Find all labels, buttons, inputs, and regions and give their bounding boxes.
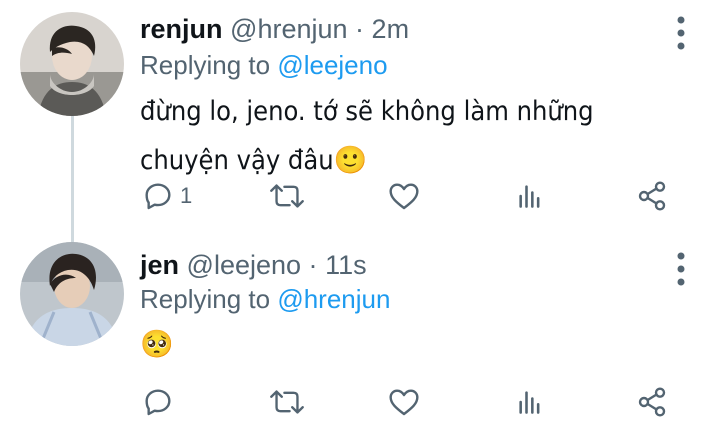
views-button[interactable] <box>516 176 544 216</box>
separator: · <box>308 250 318 280</box>
retweet-icon <box>270 390 304 414</box>
mention-link[interactable]: @hrenjun <box>277 284 390 314</box>
display-name[interactable]: jen <box>140 250 179 280</box>
tweet[interactable]: jen @leejeno · 11s Replying to @hrenjun … <box>0 236 720 422</box>
reply-button[interactable]: 1 <box>142 176 192 216</box>
like-icon <box>389 183 419 210</box>
avatar[interactable] <box>20 12 124 116</box>
avatar[interactable] <box>20 242 124 346</box>
views-button[interactable] <box>516 382 544 422</box>
share-button[interactable] <box>636 176 668 216</box>
more-options-icon[interactable] <box>676 252 686 286</box>
reply-count: 1 <box>180 183 193 208</box>
avatar-photo-icon <box>20 12 124 116</box>
like-icon <box>389 389 419 416</box>
like-button[interactable] <box>388 176 420 216</box>
retweet-button[interactable] <box>270 176 304 216</box>
replying-prefix: Replying to <box>140 50 271 80</box>
replying-to: Replying to @leejeno <box>140 49 388 81</box>
tweet-header: jen @leejeno · 11s <box>140 249 367 281</box>
timestamp[interactable]: 2m <box>372 14 410 44</box>
share-icon <box>638 387 666 417</box>
reply-icon <box>145 183 171 210</box>
tweet-header: renjun @hrenjun · 2m <box>140 13 409 45</box>
emoji: 🙂 <box>333 145 368 176</box>
reply-icon <box>145 389 171 416</box>
share-icon <box>638 181 666 211</box>
more-options-icon[interactable] <box>676 16 686 50</box>
tweet-text: đừng lo, jeno. tớ sẽ không làm những chu… <box>140 87 680 185</box>
separator: · <box>355 14 365 44</box>
action-bar <box>140 382 680 422</box>
replying-to: Replying to @hrenjun <box>140 283 390 315</box>
reply-button[interactable] <box>142 382 180 422</box>
tweet[interactable]: renjun @hrenjun · 2m Replying to @leejen… <box>0 0 720 236</box>
display-name[interactable]: renjun <box>140 14 223 44</box>
user-handle[interactable]: @leejeno <box>187 250 302 280</box>
action-bar: 1 <box>140 176 680 216</box>
tweet-text: 🥺 <box>140 320 680 368</box>
like-button[interactable] <box>388 382 420 422</box>
retweet-icon <box>270 184 304 208</box>
user-handle[interactable]: @hrenjun <box>230 14 347 44</box>
views-icon <box>519 391 540 414</box>
avatar-photo-icon <box>20 242 124 346</box>
replying-prefix: Replying to <box>140 284 271 314</box>
timestamp[interactable]: 11s <box>325 250 367 280</box>
share-button[interactable] <box>636 382 668 422</box>
views-icon <box>519 185 540 208</box>
retweet-button[interactable] <box>270 382 304 422</box>
emoji: 🥺 <box>140 329 174 359</box>
mention-link[interactable]: @leejeno <box>277 50 387 80</box>
